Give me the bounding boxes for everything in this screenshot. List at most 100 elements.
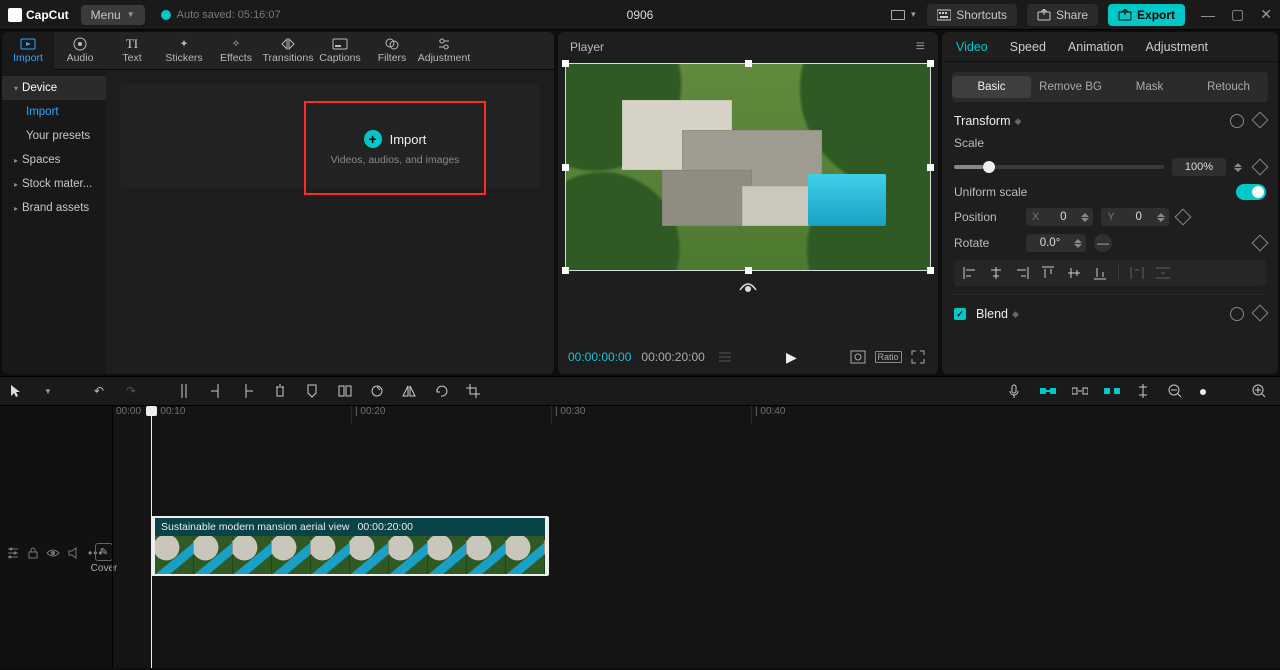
keyframe-icon[interactable]: [1252, 112, 1269, 129]
tab-stickers[interactable]: ✦ Stickers: [158, 32, 210, 70]
rotate-dial-icon[interactable]: —: [1094, 234, 1112, 252]
window-close[interactable]: ✕: [1260, 6, 1272, 23]
eye-icon[interactable]: [46, 548, 60, 558]
preview-overlay-icon[interactable]: [739, 280, 757, 294]
mirror-tool[interactable]: [402, 385, 420, 397]
align-left-icon[interactable]: [962, 266, 978, 280]
tab-captions[interactable]: Captions: [314, 32, 366, 70]
tab-label: Text: [122, 52, 141, 64]
align-top-icon[interactable]: [1040, 266, 1056, 280]
redo-button[interactable]: ↷: [122, 384, 140, 398]
subtab-mask[interactable]: Mask: [1110, 76, 1189, 98]
zoom-out[interactable]: [1168, 384, 1186, 398]
rotate-tool[interactable]: [434, 384, 452, 398]
voiceover-button[interactable]: [1008, 384, 1026, 398]
position-y-field[interactable]: Y 0: [1101, 208, 1168, 226]
sidebar-item-import[interactable]: Import: [2, 100, 106, 124]
tab-label: Transitions: [263, 52, 314, 64]
position-x-field[interactable]: X 0: [1026, 208, 1093, 226]
tab-video[interactable]: Video: [956, 40, 988, 54]
distribute-v-icon[interactable]: [1155, 266, 1171, 280]
sidebar-item-spaces[interactable]: ▸Spaces: [2, 148, 106, 172]
player-header: Player ≡: [558, 32, 938, 62]
sidebar-item-stock[interactable]: ▸Stock mater...: [2, 172, 106, 196]
keyframe-icon[interactable]: [1174, 209, 1191, 226]
window-maximize[interactable]: ▢: [1231, 6, 1244, 23]
player-viewport[interactable]: [558, 62, 938, 340]
shortcuts-button[interactable]: Shortcuts: [927, 4, 1017, 26]
tab-transitions[interactable]: Transitions: [262, 32, 314, 70]
magnet-main-track[interactable]: [1040, 386, 1058, 396]
align-right-icon[interactable]: [1014, 266, 1030, 280]
align-hcenter-icon[interactable]: [988, 266, 1004, 280]
sidebar-item-brand[interactable]: ▸Brand assets: [2, 196, 106, 220]
sidebar-item-device[interactable]: ▾Device: [2, 76, 106, 100]
menu-button[interactable]: Menu ▼: [81, 5, 145, 25]
mix-icon[interactable]: [6, 547, 20, 559]
undo-button[interactable]: ↶: [90, 384, 108, 398]
crop-tool[interactable]: [466, 384, 484, 398]
video-clip[interactable]: Sustainable modern mansion aerial view 0…: [151, 516, 549, 576]
subtab-basic[interactable]: Basic: [952, 76, 1031, 98]
tab-import[interactable]: Import: [2, 32, 54, 70]
export-button[interactable]: Export: [1108, 4, 1185, 26]
scale-value[interactable]: 100%: [1172, 158, 1226, 176]
compare-icon[interactable]: [848, 350, 868, 364]
tab-speed[interactable]: Speed: [1010, 40, 1046, 54]
lock-icon[interactable]: [28, 547, 38, 559]
reset-icon[interactable]: [1230, 114, 1244, 128]
ratio-button[interactable]: Ratio: [878, 351, 898, 363]
stepper[interactable]: [1234, 163, 1246, 172]
zoom-in[interactable]: [1252, 384, 1270, 398]
zoom-slider[interactable]: [1200, 384, 1206, 398]
mute-icon[interactable]: [68, 547, 80, 559]
window-minimize[interactable]: —: [1201, 7, 1215, 23]
preview-canvas[interactable]: [566, 64, 930, 270]
freeze-frame-tool[interactable]: [338, 385, 356, 397]
tab-adjustment[interactable]: Adjustment: [1146, 40, 1209, 54]
keyframe-icon[interactable]: [1252, 159, 1269, 176]
chevron-down-icon[interactable]: ▼: [44, 387, 52, 396]
tab-adjustment[interactable]: Adjustment: [418, 32, 470, 70]
checkbox-icon[interactable]: ✓: [954, 308, 966, 320]
auto-snap[interactable]: [1072, 385, 1090, 397]
subtab-retouch[interactable]: Retouch: [1189, 76, 1268, 98]
fullscreen-icon[interactable]: [908, 350, 928, 364]
reverse-tool[interactable]: [370, 384, 388, 398]
split-tool[interactable]: [178, 384, 196, 398]
tab-filters[interactable]: Filters: [366, 32, 418, 70]
tab-audio[interactable]: Audio: [54, 32, 106, 70]
reset-icon[interactable]: [1230, 307, 1244, 321]
layout-button[interactable]: ▼: [891, 10, 917, 20]
preview-axis[interactable]: [1136, 384, 1154, 398]
timeline-tracks[interactable]: 00:00 | 00:10 | 00:20 | 00:30 | 00:40 Su…: [112, 406, 1280, 668]
sidebar-item-presets[interactable]: Your presets: [2, 124, 106, 148]
keyframe-icon[interactable]: [1252, 305, 1269, 322]
delete-button[interactable]: [274, 384, 292, 398]
scale-slider[interactable]: [954, 165, 1164, 169]
cursor-tool[interactable]: [10, 384, 28, 398]
keyframe-icon[interactable]: [1252, 235, 1269, 252]
split-left-tool[interactable]: [210, 384, 228, 398]
time-ruler[interactable]: 00:00 | 00:10 | 00:20 | 00:30 | 00:40: [113, 406, 1280, 424]
sidebar-label: Import: [26, 106, 59, 118]
rotate-field[interactable]: 0.0°: [1026, 234, 1086, 252]
subtab-removebg[interactable]: Remove BG: [1031, 76, 1110, 98]
play-button[interactable]: ▶: [786, 349, 797, 366]
linkage-toggle[interactable]: [1104, 386, 1122, 396]
marker-tool[interactable]: [306, 384, 324, 398]
top-bar: CapCut Menu ▼ Auto saved: 05:16:07 0906 …: [0, 0, 1280, 30]
import-dropzone[interactable]: + Import Videos, audios, and images: [304, 101, 486, 195]
uniform-scale-toggle[interactable]: [1236, 184, 1266, 200]
tab-text[interactable]: TI Text: [106, 32, 158, 70]
list-icon[interactable]: [715, 351, 735, 363]
tab-animation[interactable]: Animation: [1068, 40, 1124, 54]
tab-effects[interactable]: ✧ Effects: [210, 32, 262, 70]
project-title[interactable]: 0906: [627, 8, 654, 22]
share-button[interactable]: Share: [1027, 4, 1098, 26]
player-menu-icon[interactable]: ≡: [916, 38, 926, 56]
align-bottom-icon[interactable]: [1092, 266, 1108, 280]
align-vcenter-icon[interactable]: [1066, 266, 1082, 280]
split-right-tool[interactable]: [242, 384, 260, 398]
distribute-h-icon[interactable]: [1129, 266, 1145, 280]
